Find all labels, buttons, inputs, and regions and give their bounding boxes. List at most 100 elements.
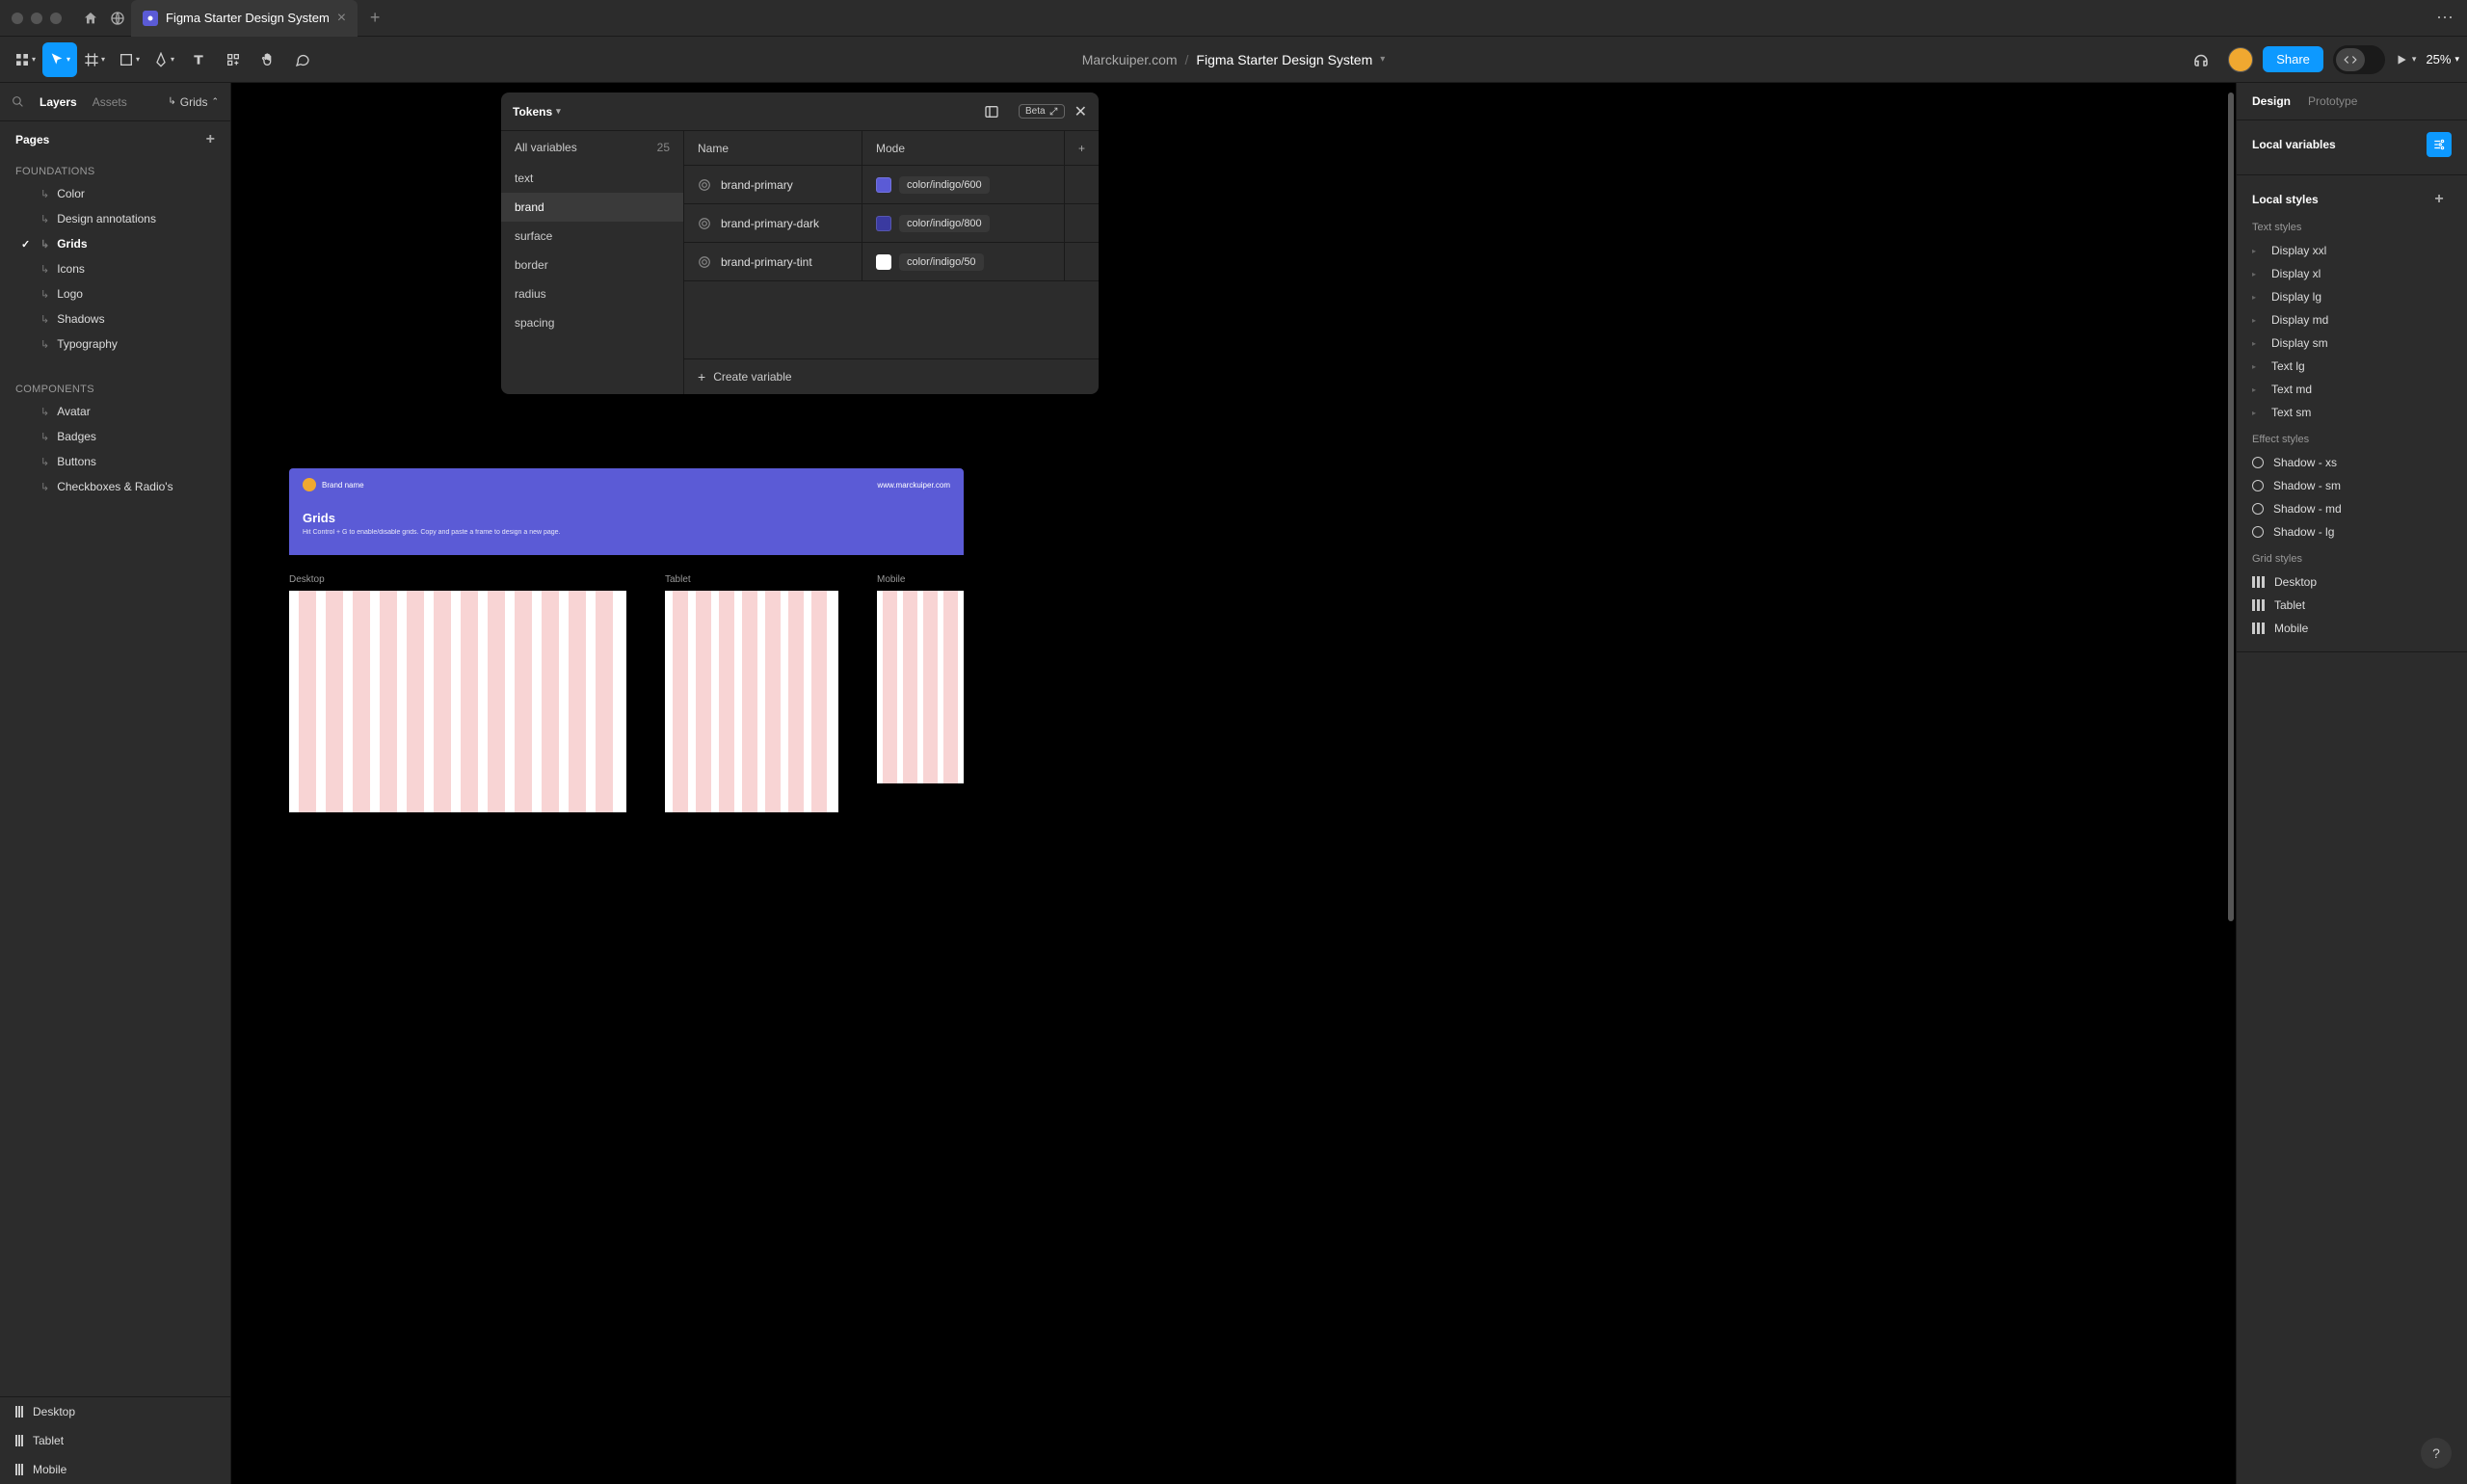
design-tab[interactable]: Design <box>2252 94 2291 108</box>
right-panel: Design Prototype Local variables Local s… <box>2236 83 2467 1484</box>
page-item-icons[interactable]: ↳Icons <box>0 256 230 281</box>
frame-tablet[interactable]: Tablet <box>665 574 838 812</box>
home-icon[interactable] <box>77 5 104 32</box>
variables-table: Name Mode + brand-primary <box>684 131 1099 394</box>
frame-mobile[interactable]: Mobile <box>877 574 964 812</box>
chevron-down-icon[interactable]: ▾ <box>1380 54 1385 65</box>
var-cat-brand[interactable]: brand <box>501 193 683 222</box>
text-tool[interactable] <box>181 42 216 77</box>
page-item-badges[interactable]: ↳Badges <box>0 424 230 449</box>
dev-mode-toggle[interactable] <box>2333 45 2385 74</box>
grid-style-item[interactable]: Tablet <box>2252 594 2452 617</box>
sidebar-toggle-icon[interactable] <box>984 104 999 119</box>
close-icon[interactable]: ✕ <box>1074 102 1087 121</box>
layers-tab[interactable]: Layers <box>40 95 77 109</box>
text-style-item[interactable]: ▸Text sm <box>2252 401 2452 424</box>
pages-title: Pages <box>15 133 49 146</box>
canvas-scrollbar[interactable] <box>2228 93 2234 1474</box>
main-menu-icon[interactable]: ▾ <box>8 42 42 77</box>
shape-tool[interactable]: ▾ <box>112 42 146 77</box>
effect-style-item[interactable]: Shadow - xs <box>2252 451 2452 474</box>
help-button[interactable]: ? <box>2421 1438 2452 1469</box>
var-cat-surface[interactable]: surface <box>501 222 683 251</box>
search-icon[interactable] <box>12 95 24 108</box>
all-variables-row[interactable]: All variables 25 <box>501 131 683 164</box>
assets-tab[interactable]: Assets <box>93 95 127 109</box>
frame-tool[interactable]: ▾ <box>77 42 112 77</box>
text-style-item[interactable]: ▸Display md <box>2252 308 2452 331</box>
grid-style-item[interactable]: Desktop <box>2252 570 2452 594</box>
text-style-item[interactable]: ▸Text lg <box>2252 355 2452 378</box>
page-item-design-annotations[interactable]: ↳Design annotations <box>0 206 230 231</box>
group-foundations: FOUNDATIONS <box>0 158 230 181</box>
resources-tool[interactable] <box>216 42 251 77</box>
create-variable-button[interactable]: + Create variable <box>684 358 1099 394</box>
layer-mobile[interactable]: Mobile <box>0 1455 230 1484</box>
alias-chip[interactable]: color/indigo/50 <box>899 253 984 271</box>
text-style-item[interactable]: ▸Text md <box>2252 378 2452 401</box>
alias-chip[interactable]: color/indigo/600 <box>899 176 990 194</box>
new-tab-button[interactable]: + <box>361 8 388 28</box>
color-swatch <box>876 216 891 231</box>
page-item-logo[interactable]: ↳Logo <box>0 281 230 306</box>
pen-tool[interactable]: ▾ <box>146 42 181 77</box>
text-style-item[interactable]: ▸Display lg <box>2252 285 2452 308</box>
close-tab-icon[interactable]: × <box>337 10 346 27</box>
alias-chip[interactable]: color/indigo/800 <box>899 215 990 232</box>
page-item-buttons[interactable]: ↳Buttons <box>0 449 230 474</box>
page-crumb[interactable]: ↳ Grids ⌃ <box>168 95 219 109</box>
var-cat-spacing[interactable]: spacing <box>501 308 683 337</box>
layer-desktop[interactable]: Desktop <box>0 1397 230 1426</box>
add-page-icon[interactable]: + <box>206 131 215 148</box>
var-row[interactable]: brand-primary-tint color/indigo/50 <box>684 243 1099 281</box>
effect-style-item[interactable]: Shadow - md <box>2252 497 2452 520</box>
text-style-item[interactable]: ▸Display xl <box>2252 262 2452 285</box>
avatar[interactable] <box>2228 47 2253 72</box>
color-type-icon <box>698 255 711 269</box>
present-button[interactable]: ▾ <box>2395 53 2417 66</box>
page-item-avatar[interactable]: ↳Avatar <box>0 399 230 424</box>
window-controls[interactable] <box>12 13 62 24</box>
var-cat-border[interactable]: border <box>501 251 683 279</box>
headphones-icon[interactable] <box>2184 42 2218 77</box>
page-item-grids[interactable]: ✓↳Grids <box>0 231 230 256</box>
var-cat-text[interactable]: text <box>501 164 683 193</box>
var-cat-radius[interactable]: radius <box>501 279 683 308</box>
beta-badge[interactable]: Beta <box>1019 104 1065 119</box>
variables-sidebar: All variables 25 text brand surface bord… <box>501 131 684 394</box>
page-item-color[interactable]: ↳Color <box>0 181 230 206</box>
share-button[interactable]: Share <box>2263 46 2323 72</box>
overflow-menu-icon[interactable]: ⋯ <box>2436 8 2455 28</box>
var-row[interactable]: brand-primary-dark color/indigo/800 <box>684 204 1099 243</box>
effect-icon <box>2252 480 2264 491</box>
zoom-control[interactable]: 25% ▾ <box>2426 52 2459 66</box>
add-mode-icon[interactable]: + <box>1064 131 1099 165</box>
move-tool[interactable]: ▾ <box>42 42 77 77</box>
breadcrumb-team[interactable]: Marckuiper.com <box>1082 52 1178 67</box>
file-tab[interactable]: Figma Starter Design System × <box>131 0 358 37</box>
globe-icon[interactable] <box>104 5 131 32</box>
page-item-typography[interactable]: ↳Typography <box>0 331 230 357</box>
page-item-shadows[interactable]: ↳Shadows <box>0 306 230 331</box>
add-style-icon[interactable]: + <box>2427 187 2452 212</box>
effect-icon <box>2252 457 2264 468</box>
var-row[interactable]: brand-primary color/indigo/600 <box>684 166 1099 204</box>
breadcrumb-file[interactable]: Figma Starter Design System <box>1196 52 1372 67</box>
variables-settings-icon[interactable] <box>2427 132 2452 157</box>
effect-style-item[interactable]: Shadow - sm <box>2252 474 2452 497</box>
brand-logo-icon <box>303 478 316 491</box>
frame-desktop[interactable]: Desktop <box>289 574 626 812</box>
grid-style-item[interactable]: Mobile <box>2252 617 2452 640</box>
prototype-tab[interactable]: Prototype <box>2308 94 2357 108</box>
grid-icon <box>2252 599 2265 611</box>
text-style-item[interactable]: ▸Display xxl <box>2252 239 2452 262</box>
text-style-item[interactable]: ▸Display sm <box>2252 331 2452 355</box>
hand-tool[interactable] <box>251 42 285 77</box>
canvas[interactable]: Tokens ▾ Beta ✕ <box>231 83 2236 1484</box>
variables-panel-title[interactable]: Tokens ▾ <box>513 105 561 119</box>
layer-tablet[interactable]: Tablet <box>0 1426 230 1455</box>
page-item-checkboxes[interactable]: ↳Checkboxes & Radio's <box>0 474 230 499</box>
artboard-grids[interactable]: Brand name www.marckuiper.com Grids Hit … <box>289 468 964 812</box>
effect-style-item[interactable]: Shadow - lg <box>2252 520 2452 543</box>
comment-tool[interactable] <box>285 42 320 77</box>
